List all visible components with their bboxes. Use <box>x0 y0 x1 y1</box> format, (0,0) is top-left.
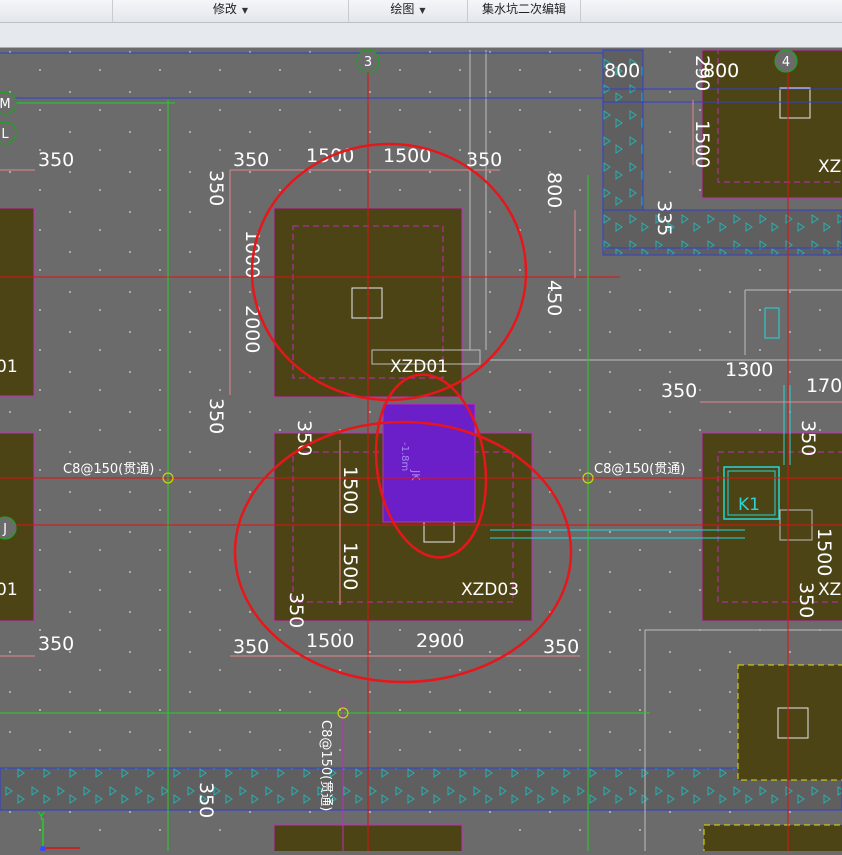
cad-canvas[interactable]: JK -1.8m K1 3 4 M L J 350 1500 1500 350 … <box>0 48 842 855</box>
dim-text: 350 <box>797 420 819 456</box>
dim-text: 350 <box>38 633 74 655</box>
label-d01-bottom: 01 <box>0 580 18 600</box>
dim-text: 1500 <box>306 630 354 652</box>
dim-text: 800 <box>604 60 640 82</box>
dim-text: 350 <box>205 170 227 206</box>
rebar-label-left: C8@150(贯通) <box>63 462 154 477</box>
sump-edit-button[interactable]: 集水坑二次编辑 <box>467 0 581 22</box>
chevron-down-icon: ▼ <box>419 6 426 15</box>
dim-text: 335 <box>653 200 675 236</box>
dim-text: 1300 <box>725 359 773 381</box>
cap-bottom-right[interactable] <box>703 824 842 855</box>
axis-j-label: J <box>2 522 7 537</box>
label-xz-top: XZ <box>818 157 841 177</box>
dim-text: 450 <box>543 280 565 316</box>
draw-label: 绘图 <box>390 2 415 16</box>
label-d01-top: 01 <box>0 357 18 377</box>
dim-text: 350 <box>285 592 307 628</box>
modify-menu-button[interactable]: 修改 ▼ <box>112 0 348 22</box>
dim-text: 350 <box>661 380 697 402</box>
axis-l-label: L <box>1 127 9 142</box>
axis-4-label: 4 <box>782 55 790 70</box>
ribbon-toolbar: 修改 ▼ 绘图 ▼ 集水坑二次编辑 <box>0 0 842 23</box>
k1-label: K1 <box>738 495 760 515</box>
dim-text: 800 <box>703 60 739 82</box>
dim-text: 350 <box>233 636 269 658</box>
jk-depth: -1.8m <box>399 442 410 471</box>
tab-strip <box>0 23 842 48</box>
rebar-label-vertical: C8@150(贯通) <box>318 720 333 811</box>
dim-text: 800 <box>543 172 565 208</box>
dim-text: 170 <box>806 375 842 397</box>
sump-edit-label: 集水坑二次编辑 <box>481 2 566 16</box>
dim-text: 1500 <box>339 542 361 590</box>
dim-text: 350 <box>205 398 227 434</box>
dim-text: 350 <box>38 149 74 171</box>
axis-3-label: 3 <box>364 55 372 70</box>
dim-text: 350 <box>233 149 269 171</box>
axis-m-label: M <box>0 97 11 112</box>
rebar-label-right: C8@150(贯通) <box>594 462 685 477</box>
dim-text: 1500 <box>339 466 361 514</box>
dim-text: 2900 <box>416 630 464 652</box>
dim-text: 1500 <box>813 528 835 576</box>
dim-text: 350 <box>543 636 579 658</box>
chevron-down-icon: ▼ <box>241 6 249 15</box>
label-xz-mid: XZ <box>818 580 841 600</box>
cap-right-bottom[interactable] <box>737 664 842 781</box>
label-xzd03: XZD03 <box>461 580 519 600</box>
svg-text:Y: Y <box>37 810 45 823</box>
dim-text: 350 <box>466 149 502 171</box>
dim-text: 1500 <box>691 120 713 168</box>
wall-strip-bottom <box>0 767 842 811</box>
drawing-svg: JK -1.8m K1 3 4 M L J 350 1500 1500 350 … <box>0 48 842 855</box>
dim-text: 350 <box>795 582 817 618</box>
dim-text: 350 <box>195 782 217 818</box>
modify-label: 修改 <box>212 2 237 16</box>
draw-menu-button[interactable]: 绘图 ▼ <box>348 0 467 22</box>
